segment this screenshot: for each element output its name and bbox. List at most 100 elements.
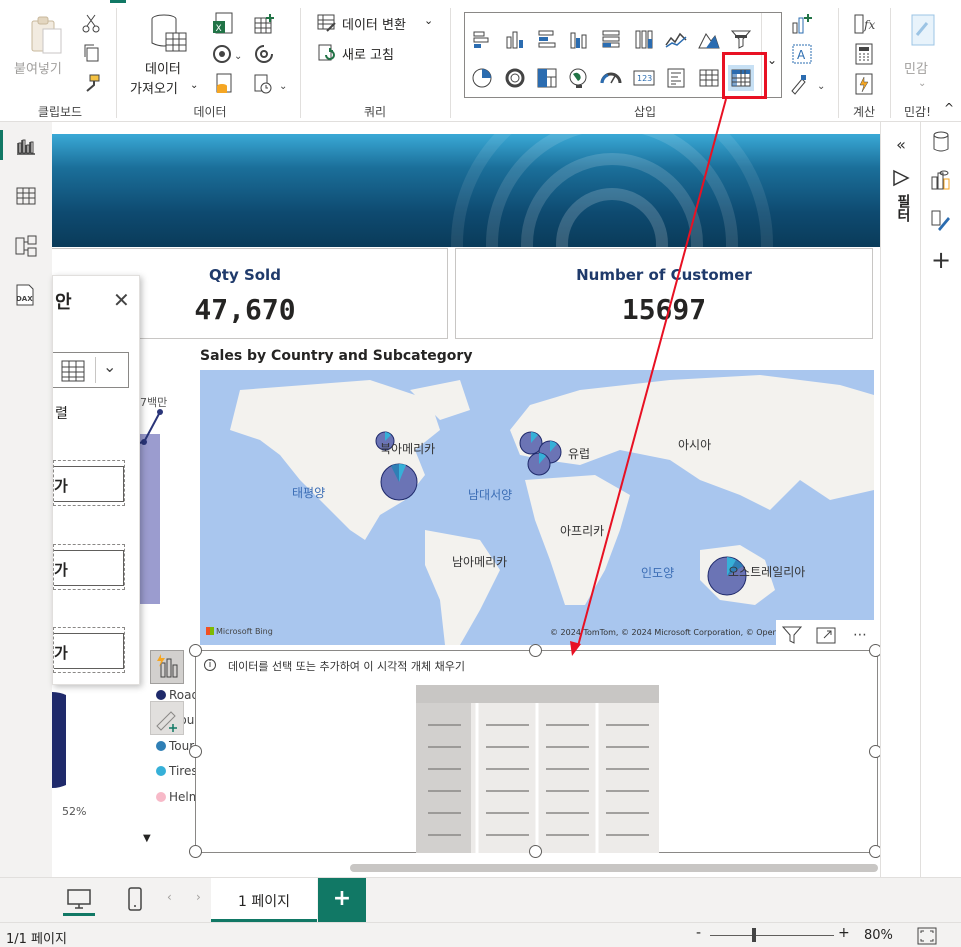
build-visual-button[interactable] xyxy=(150,650,184,684)
add-field-box[interactable]: 가 xyxy=(53,544,125,590)
treemap-icon[interactable] xyxy=(534,65,560,91)
resize-handle[interactable] xyxy=(189,845,202,858)
100-stacked-bar-icon[interactable] xyxy=(598,26,624,52)
cut-icon[interactable] xyxy=(80,12,102,34)
clustered-bar-chart-icon[interactable] xyxy=(534,26,560,52)
transform-data-label[interactable]: 데이터 변환 xyxy=(342,14,406,33)
svg-text:⌄: ⌄ xyxy=(279,81,287,92)
line-chart-icon[interactable] xyxy=(663,26,689,52)
add-pane-icon[interactable]: + xyxy=(929,246,953,274)
desktop-layout-icon[interactable] xyxy=(64,886,94,912)
chevron-down-icon[interactable]: ⌄ xyxy=(103,357,116,376)
legend-scroll-down-icon[interactable]: ▼ xyxy=(143,833,151,844)
resize-handle[interactable] xyxy=(869,745,880,758)
filter-funnel-icon[interactable] xyxy=(891,168,911,188)
get-data-icon[interactable] xyxy=(148,12,188,56)
chevron-down-icon[interactable]: ⌄ xyxy=(190,80,198,91)
zoom-in-button[interactable]: + xyxy=(838,925,850,941)
text-box-icon[interactable]: A xyxy=(790,42,814,66)
funnel-icon[interactable] xyxy=(728,26,754,52)
add-page-button[interactable]: + xyxy=(318,878,366,922)
resize-handle[interactable] xyxy=(869,644,880,657)
page-prev-icon[interactable]: ‹ xyxy=(167,890,172,904)
dataverse-icon[interactable]: ⌄ xyxy=(212,42,246,66)
chevron-down-icon[interactable]: ⌄ xyxy=(424,14,433,27)
sensitivity-label[interactable]: 민감 xyxy=(904,58,928,77)
resize-handle[interactable] xyxy=(189,644,202,657)
mobile-layout-icon[interactable] xyxy=(124,886,146,912)
horizontal-scrollbar[interactable] xyxy=(350,864,878,872)
copy-icon[interactable] xyxy=(80,42,102,64)
close-icon[interactable]: ✕ xyxy=(113,288,130,312)
table-visual-icon[interactable] xyxy=(696,65,722,91)
area-chart-icon[interactable] xyxy=(696,26,722,52)
world-map[interactable]: 북아메리카 유럽 아시아 태평양 남대서양 아프리카 남아메리카 인도양 오스트… xyxy=(200,370,874,645)
expand-pane-icon[interactable]: « xyxy=(889,132,913,156)
multi-row-card-icon[interactable] xyxy=(663,65,689,91)
resize-handle[interactable] xyxy=(869,845,880,858)
more-visuals-icon[interactable]: ⌄ xyxy=(788,72,828,96)
table-view-icon[interactable] xyxy=(14,184,38,208)
format-visual-button[interactable] xyxy=(150,701,184,735)
quick-measure-icon[interactable] xyxy=(852,72,876,96)
recent-sources-icon[interactable] xyxy=(252,42,276,66)
page-tab[interactable]: 1 페이지 xyxy=(211,878,317,922)
resize-handle[interactable] xyxy=(189,745,202,758)
add-field-box[interactable]: 가 xyxy=(53,627,125,673)
calculator-icon[interactable] xyxy=(852,42,876,66)
visualizations-pane-icon[interactable] xyxy=(929,168,953,192)
customer-count-card[interactable]: Number of Customer 15697 xyxy=(455,248,873,339)
new-measure-icon[interactable]: fx xyxy=(852,12,876,36)
new-visual-icon[interactable] xyxy=(790,12,814,36)
dataflow-icon[interactable]: ⌄ xyxy=(252,72,290,96)
sql-server-icon[interactable] xyxy=(212,72,236,96)
data-pane-icon[interactable] xyxy=(929,130,953,154)
add-field-box[interactable]: 가 xyxy=(53,460,125,506)
zoom-level[interactable]: 80% xyxy=(864,928,893,943)
chevron-down-icon[interactable]: ⌄ xyxy=(918,78,926,89)
enter-data-icon[interactable] xyxy=(252,12,276,36)
refresh-label[interactable]: 새로 고침 xyxy=(342,44,394,63)
paste-icon[interactable] xyxy=(26,14,66,56)
view-rail: DAX xyxy=(0,122,52,922)
zoom-slider-track[interactable] xyxy=(710,935,834,936)
resize-handle[interactable] xyxy=(529,644,542,657)
resize-handle[interactable] xyxy=(529,845,542,858)
100-stacked-column-icon[interactable] xyxy=(631,26,657,52)
format-pane-icon[interactable] xyxy=(929,208,953,232)
fit-to-page-icon[interactable] xyxy=(916,926,938,946)
get-data-label-line1[interactable]: 데이터 xyxy=(145,58,181,77)
collapse-ribbon-icon[interactable]: ^ xyxy=(944,101,954,115)
pie-marker-usa[interactable] xyxy=(380,463,418,501)
get-data-label-line2[interactable]: 가져오기 xyxy=(130,78,178,97)
empty-table-visual[interactable]: i 데이터를 선택 또는 추가하여 이 시각적 개체 채우기 xyxy=(195,650,878,853)
filter-icon[interactable] xyxy=(780,623,804,647)
excel-icon[interactable]: X xyxy=(212,12,234,36)
pie-marker-france[interactable] xyxy=(527,452,551,476)
insert-group-label: 삽입 xyxy=(633,105,657,119)
pie-chart-icon[interactable] xyxy=(469,65,495,91)
donut-chart-icon[interactable] xyxy=(502,65,528,91)
page-next-icon[interactable]: › xyxy=(196,890,201,904)
gauge-icon[interactable] xyxy=(598,65,624,91)
sensitivity-icon[interactable] xyxy=(906,12,940,52)
format-painter-icon[interactable] xyxy=(80,72,102,94)
visual-type-dropdown[interactable]: ⌄ xyxy=(53,352,129,388)
report-view-icon[interactable] xyxy=(14,134,38,158)
zoom-slider-thumb[interactable] xyxy=(752,928,756,942)
zoom-out-button[interactable]: - xyxy=(696,925,701,941)
map-icon[interactable] xyxy=(566,65,592,91)
clustered-column-chart-icon[interactable] xyxy=(566,26,592,52)
focus-mode-icon[interactable] xyxy=(814,623,838,647)
transform-data-icon[interactable] xyxy=(316,12,338,34)
refresh-icon[interactable] xyxy=(316,42,338,64)
stacked-bar-chart-icon[interactable] xyxy=(469,26,495,52)
dax-query-icon[interactable]: DAX xyxy=(12,282,38,308)
more-options-icon[interactable]: ⋯ xyxy=(848,623,872,647)
card-icon[interactable]: 123 xyxy=(631,65,657,91)
map-label-atlantic: 남대서양 xyxy=(468,488,513,502)
stacked-column-chart-icon[interactable] xyxy=(502,26,528,52)
paste-label[interactable]: 붙여넣기 xyxy=(14,58,62,77)
model-view-icon[interactable] xyxy=(14,234,38,258)
filter-pane-label[interactable]: 필터 xyxy=(893,194,913,222)
